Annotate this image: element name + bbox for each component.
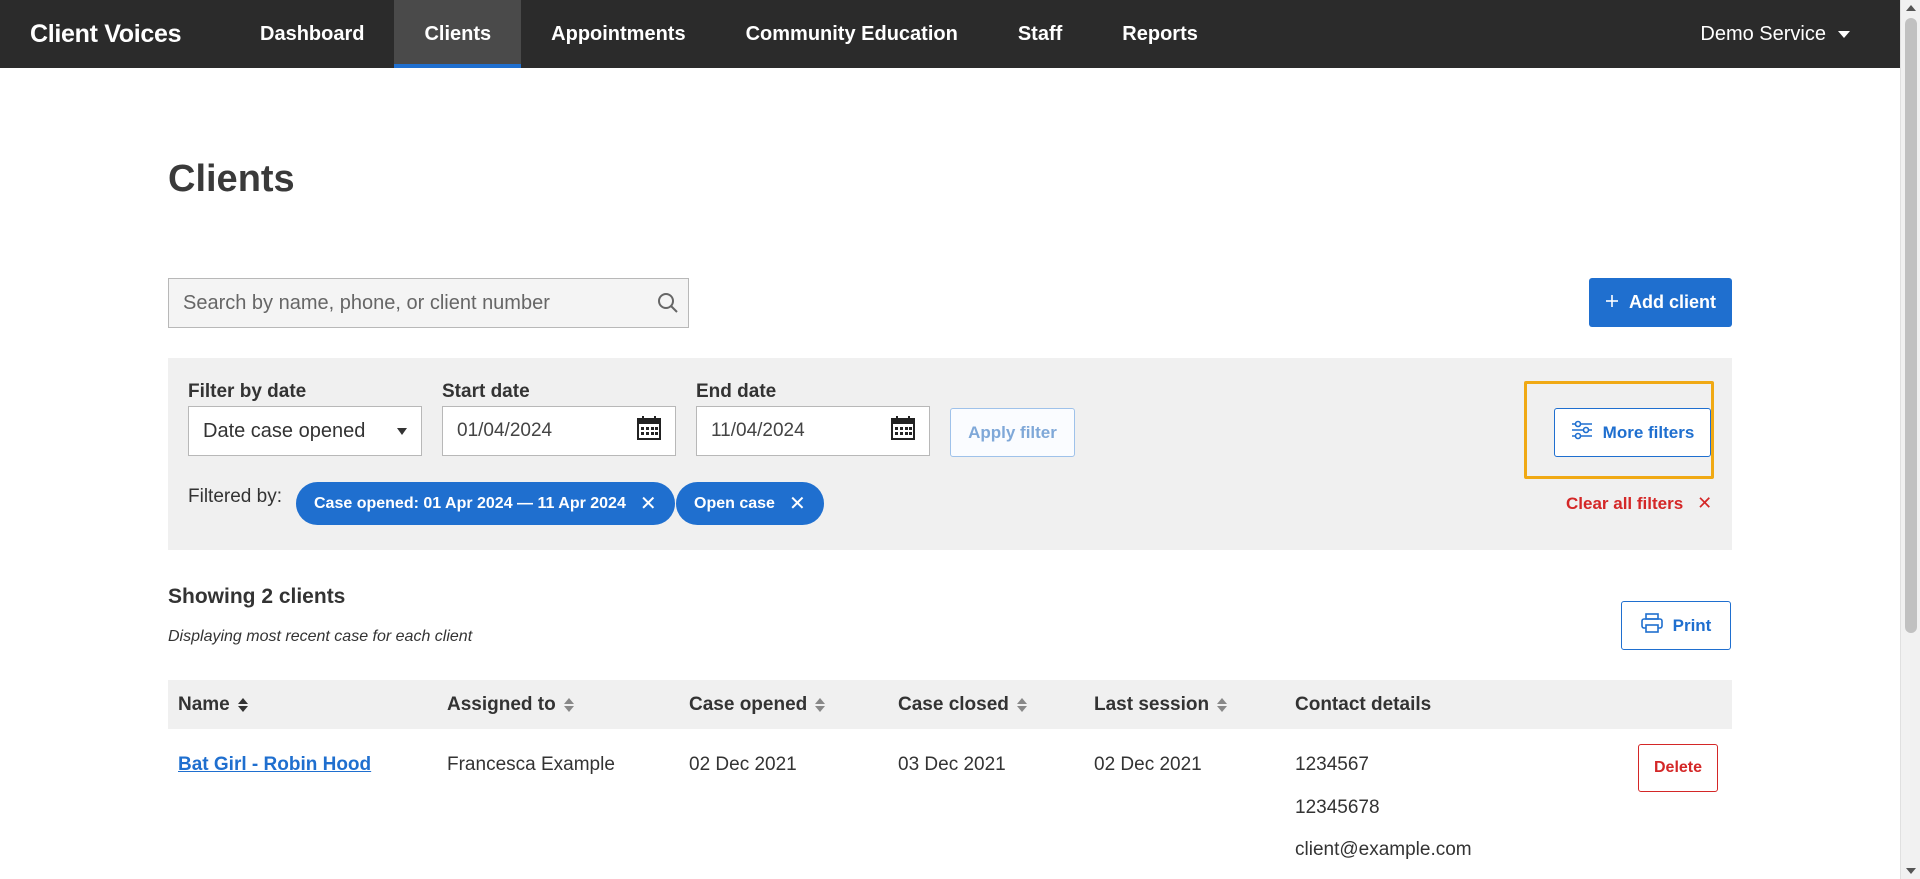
column-header-label: Case closed [898, 693, 1009, 715]
add-client-label: Add client [1628, 292, 1716, 312]
page-scrollbar[interactable] [1900, 0, 1920, 879]
search-input[interactable] [169, 291, 648, 315]
filter-by-date-value: Date case opened [203, 419, 366, 442]
chevron-down-icon [1838, 30, 1850, 38]
column-header-name[interactable]: Name [178, 680, 248, 729]
tab-staff[interactable]: Staff [988, 0, 1092, 68]
contact-phone-2: 12345678 [1295, 797, 1380, 818]
sort-icon [1217, 697, 1228, 712]
chevron-down-icon [397, 427, 407, 435]
filtered-by-label: Filtered by: [188, 486, 282, 507]
search-icon[interactable] [648, 292, 688, 314]
column-header-label: Name [178, 693, 230, 715]
scroll-down-arrow-icon[interactable] [1906, 868, 1916, 874]
column-header-label: Contact details [1295, 693, 1432, 715]
table-header: Name Assigned to Case opened Case closed… [168, 680, 1732, 729]
start-date-input[interactable]: 01/04/2024 [442, 406, 676, 456]
clear-all-filters-button[interactable]: Clear all filters ✕ [1566, 493, 1712, 514]
close-icon: ✕ [1697, 493, 1713, 513]
calendar-icon[interactable] [891, 416, 915, 446]
filter-panel: Filter by date Date case opened Start da… [168, 358, 1732, 550]
search-field[interactable] [168, 278, 689, 328]
plus-icon [1605, 292, 1619, 313]
column-header-case-opened[interactable]: Case opened [689, 680, 826, 729]
sort-icon [563, 697, 574, 712]
tab-dashboard[interactable]: Dashboard [230, 0, 394, 68]
sort-icon [1016, 697, 1027, 712]
client-name-link[interactable]: Bat Girl - Robin Hood [178, 754, 371, 775]
results-subtitle: Displaying most recent case for each cli… [168, 628, 473, 645]
column-header-label: Assigned to [447, 693, 556, 715]
filter-by-date-select[interactable]: Date case opened [188, 406, 422, 456]
printer-icon [1640, 613, 1663, 638]
case-opened-cell: 02 Dec 2021 [689, 754, 797, 775]
scroll-up-arrow-icon[interactable] [1906, 5, 1916, 11]
more-filters-button[interactable]: More filters [1554, 408, 1711, 457]
column-header-last-session[interactable]: Last session [1094, 680, 1228, 729]
last-session-cell: 02 Dec 2021 [1094, 754, 1202, 775]
client-name-cell: Bat Girl - Robin Hood [178, 754, 371, 776]
filter-chip-label: Case opened: 01 Apr 2024 — 11 Apr 2024 [314, 494, 626, 512]
print-button[interactable]: Print [1621, 601, 1731, 650]
calendar-icon[interactable] [637, 416, 661, 446]
delete-button[interactable]: Delete [1638, 744, 1718, 792]
close-icon[interactable]: ✕ [640, 494, 657, 514]
brand-logo[interactable]: Client Voices [30, 20, 230, 49]
end-date-input[interactable]: 11/04/2024 [696, 406, 930, 456]
tab-community-education[interactable]: Community Education [716, 0, 988, 68]
scroll-thumb[interactable] [1905, 18, 1917, 633]
results-count: Showing 2 clients [168, 585, 346, 608]
end-date-label: End date [696, 381, 777, 402]
more-filters-label: More filters [1602, 422, 1695, 442]
sort-icon [237, 697, 248, 712]
apply-filter-button[interactable]: Apply filter [950, 408, 1075, 457]
filter-chip-label: Open case [694, 494, 775, 512]
sort-icon [815, 697, 826, 712]
start-date-value: 01/04/2024 [457, 420, 553, 441]
top-nav: Client Voices Dashboard Clients Appointm… [0, 0, 1900, 68]
column-header-label: Case opened [689, 693, 808, 715]
filter-by-date-label: Filter by date [188, 381, 307, 402]
column-header-case-closed[interactable]: Case closed [898, 680, 1027, 729]
print-label: Print [1672, 615, 1712, 635]
assigned-to-cell: Francesca Example [447, 754, 615, 775]
column-header-assigned-to[interactable]: Assigned to [447, 680, 574, 729]
filter-chip-case-opened[interactable]: Case opened: 01 Apr 2024 — 11 Apr 2024 ✕ [296, 482, 675, 525]
page-title: Clients [168, 158, 295, 200]
end-date-value: 11/04/2024 [711, 420, 805, 441]
close-icon[interactable]: ✕ [789, 494, 806, 514]
filter-chip-open-case[interactable]: Open case ✕ [676, 482, 824, 525]
start-date-label: Start date [442, 381, 530, 402]
service-switcher[interactable]: Demo Service [1700, 23, 1850, 46]
contact-email: client@example.com [1295, 839, 1472, 860]
add-client-button[interactable]: Add client [1589, 278, 1732, 327]
tab-clients[interactable]: Clients [394, 0, 522, 68]
column-header-contact-details: Contact details [1295, 680, 1431, 729]
column-header-label: Last session [1094, 693, 1210, 715]
tab-reports[interactable]: Reports [1092, 0, 1228, 68]
sliders-icon [1571, 420, 1593, 445]
tab-appointments[interactable]: Appointments [521, 0, 715, 68]
service-name: Demo Service [1700, 22, 1826, 45]
case-closed-cell: 03 Dec 2021 [898, 754, 1006, 775]
contact-phone-1: 1234567 [1295, 754, 1369, 775]
clear-all-filters-label: Clear all filters [1566, 493, 1684, 513]
